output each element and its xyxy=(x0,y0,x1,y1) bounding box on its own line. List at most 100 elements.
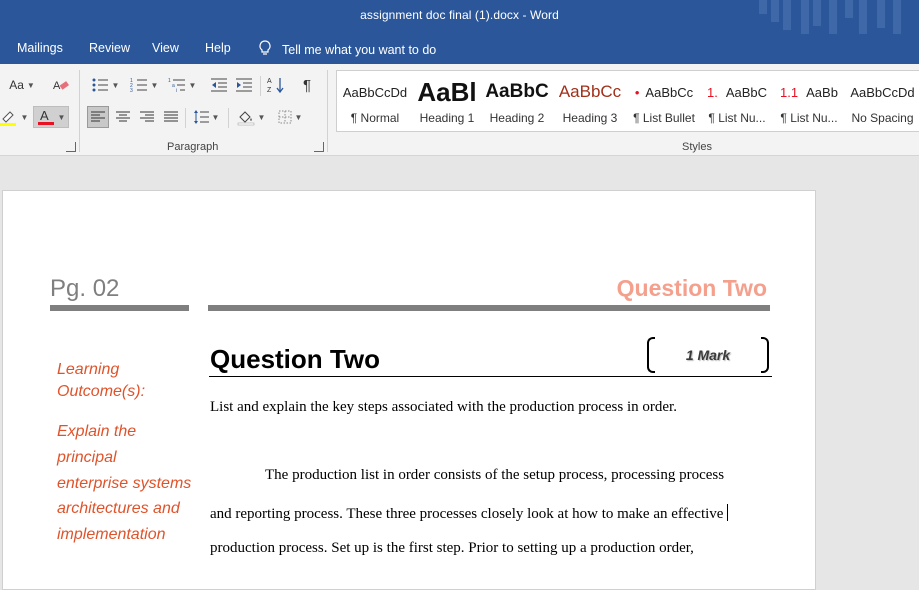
header-rule-left xyxy=(50,305,189,311)
svg-text:a: a xyxy=(172,83,175,89)
header-title: Question Two xyxy=(616,275,767,301)
text-cursor xyxy=(727,504,729,521)
tab-mailings[interactable]: Mailings xyxy=(17,41,63,55)
mark-indicator: 1 Mark xyxy=(647,337,769,373)
ribbon: Aa ▼ A ▼ A ▼ ▼ 123 ▼ 1ai ▼ A Z ¶ ▼ ▼ ▼ P… xyxy=(0,64,919,156)
style-heading-1[interactable]: AaBl Heading 1 xyxy=(413,71,481,133)
style-preview: AaBbCcDd xyxy=(342,84,408,100)
svg-text:i: i xyxy=(176,88,177,93)
tab-view[interactable]: View xyxy=(152,41,179,55)
answer-line: and reporting process. These three proce… xyxy=(210,506,724,522)
style-preview: AaBbCcDd xyxy=(850,84,915,100)
group-separator xyxy=(327,70,328,152)
align-left-button[interactable] xyxy=(87,106,109,128)
style-heading-2[interactable]: AaBbC Heading 2 xyxy=(481,71,553,133)
svg-text:1: 1 xyxy=(168,78,171,84)
style-name: ¶ List Nu... xyxy=(780,111,838,125)
document-page[interactable]: Pg. 02 Question Two Learning Outcome(s):… xyxy=(2,190,816,590)
svg-text:A: A xyxy=(53,80,61,92)
highlighter-icon xyxy=(0,108,18,126)
toolbar-separator xyxy=(228,108,229,128)
change-case-label: Aa xyxy=(9,78,24,92)
change-case-button[interactable]: Aa ▼ xyxy=(6,74,38,96)
align-center-button[interactable] xyxy=(112,106,134,128)
align-right-button[interactable] xyxy=(136,106,158,128)
style-name: Heading 2 xyxy=(489,111,545,125)
tell-me-label: Tell me what you want to do xyxy=(282,42,437,57)
page-number: Pg. 02 xyxy=(50,275,120,302)
style-normal[interactable]: AaBbCcDd ¶ Normal xyxy=(337,71,413,133)
bullets-icon xyxy=(91,77,109,93)
style-preview: AaBl xyxy=(417,77,477,107)
style-name: Heading 1 xyxy=(419,111,475,125)
bullets-button[interactable]: ▼ xyxy=(88,74,122,96)
question-underline xyxy=(209,376,772,377)
learning-outcome-title: Learning Outcome(s): xyxy=(57,361,146,400)
style-heading-3[interactable]: AaBbCc Heading 3 xyxy=(553,71,627,133)
multilevel-list-button[interactable]: 1ai ▼ xyxy=(165,74,199,96)
font-dialog-launcher[interactable] xyxy=(66,142,76,152)
style-no-spacing[interactable]: AaBbCcDd No Spacing xyxy=(845,71,919,133)
style-name: No Spacing xyxy=(851,111,914,125)
decrease-indent-icon xyxy=(210,77,228,93)
line-spacing-icon xyxy=(193,109,209,125)
answer-line: production process. Set up is the first … xyxy=(210,540,694,556)
style-name: Heading 3 xyxy=(562,111,618,125)
numbering-button[interactable]: 123 ▼ xyxy=(127,74,161,96)
numbering-icon: 123 xyxy=(130,77,148,93)
increase-indent-icon xyxy=(235,77,253,93)
style-preview: • AaBbCc xyxy=(634,84,694,100)
toolbar-separator xyxy=(185,108,186,128)
style-preview: AaBbCc xyxy=(558,82,622,101)
clear-formatting-button[interactable]: A xyxy=(50,74,72,96)
question-prompt: List and explain the key steps associate… xyxy=(210,399,677,415)
justify-button[interactable] xyxy=(160,106,182,128)
tab-review[interactable]: Review xyxy=(89,41,130,55)
styles-group-label: Styles xyxy=(682,141,712,153)
svg-text:Z: Z xyxy=(267,87,272,94)
justify-icon xyxy=(164,111,178,123)
answer-line: The production list in order consists of… xyxy=(265,467,725,483)
svg-text:A: A xyxy=(40,108,49,123)
title-bar-pattern xyxy=(749,0,919,34)
lightbulb-icon xyxy=(258,40,272,59)
styles-gallery: AaBbCcDd ¶ Normal AaBl Heading 1 AaBbC H… xyxy=(336,70,919,132)
answer-line-with-cursor: and reporting process. These three proce… xyxy=(210,504,729,523)
document-canvas[interactable]: Pg. 02 Question Two Learning Outcome(s):… xyxy=(0,156,919,590)
show-formatting-marks-button[interactable]: ¶ xyxy=(296,74,318,96)
style-list-number-2[interactable]: 1.1 AaBb ¶ List Nu... xyxy=(773,71,845,133)
ribbon-tabs: Mailings Review View Help Tell me what y… xyxy=(0,34,919,64)
paragraph-dialog-launcher[interactable] xyxy=(314,142,324,152)
highlight-color-button[interactable]: ▼ xyxy=(0,106,28,128)
bracket-right xyxy=(761,337,769,373)
align-right-icon xyxy=(140,111,154,123)
tell-me-search[interactable]: Tell me what you want to do xyxy=(258,40,436,59)
style-name: ¶ List Bullet xyxy=(633,111,695,125)
shading-button[interactable]: ▼ xyxy=(234,106,268,128)
font-color-icon: A xyxy=(37,108,55,126)
font-color-button[interactable]: A ▼ xyxy=(33,106,69,128)
style-preview: AaBbC xyxy=(485,81,549,102)
style-name: ¶ List Nu... xyxy=(708,111,766,125)
paint-bucket-icon xyxy=(237,108,255,126)
decrease-indent-button[interactable] xyxy=(208,74,230,96)
style-list-bullet[interactable]: • AaBbCc ¶ List Bullet xyxy=(627,71,701,133)
style-name: ¶ Normal xyxy=(350,111,400,125)
tab-help[interactable]: Help xyxy=(205,41,231,55)
line-spacing-button[interactable]: ▼ xyxy=(190,106,222,128)
document-margin-area xyxy=(816,156,919,576)
group-separator xyxy=(79,70,80,152)
style-list-number[interactable]: 1. AaBbC ¶ List Nu... xyxy=(701,71,773,133)
pilcrow-icon: ¶ xyxy=(302,76,312,94)
style-preview: 1.1 AaBb xyxy=(780,84,838,100)
paragraph-group-label: Paragraph xyxy=(167,141,219,153)
multilevel-list-icon: 1ai xyxy=(168,77,186,93)
increase-indent-button[interactable] xyxy=(233,74,255,96)
borders-button[interactable]: ▼ xyxy=(273,106,307,128)
svg-text:A: A xyxy=(267,78,272,85)
sort-icon: AZ xyxy=(267,76,285,94)
learning-outcome-text: Explain the principal enterprise systems… xyxy=(57,423,192,544)
title-bar: assignment doc final (1).docx - Word xyxy=(0,0,919,34)
sort-button[interactable]: AZ xyxy=(265,74,287,96)
toolbar-separator xyxy=(260,76,261,96)
